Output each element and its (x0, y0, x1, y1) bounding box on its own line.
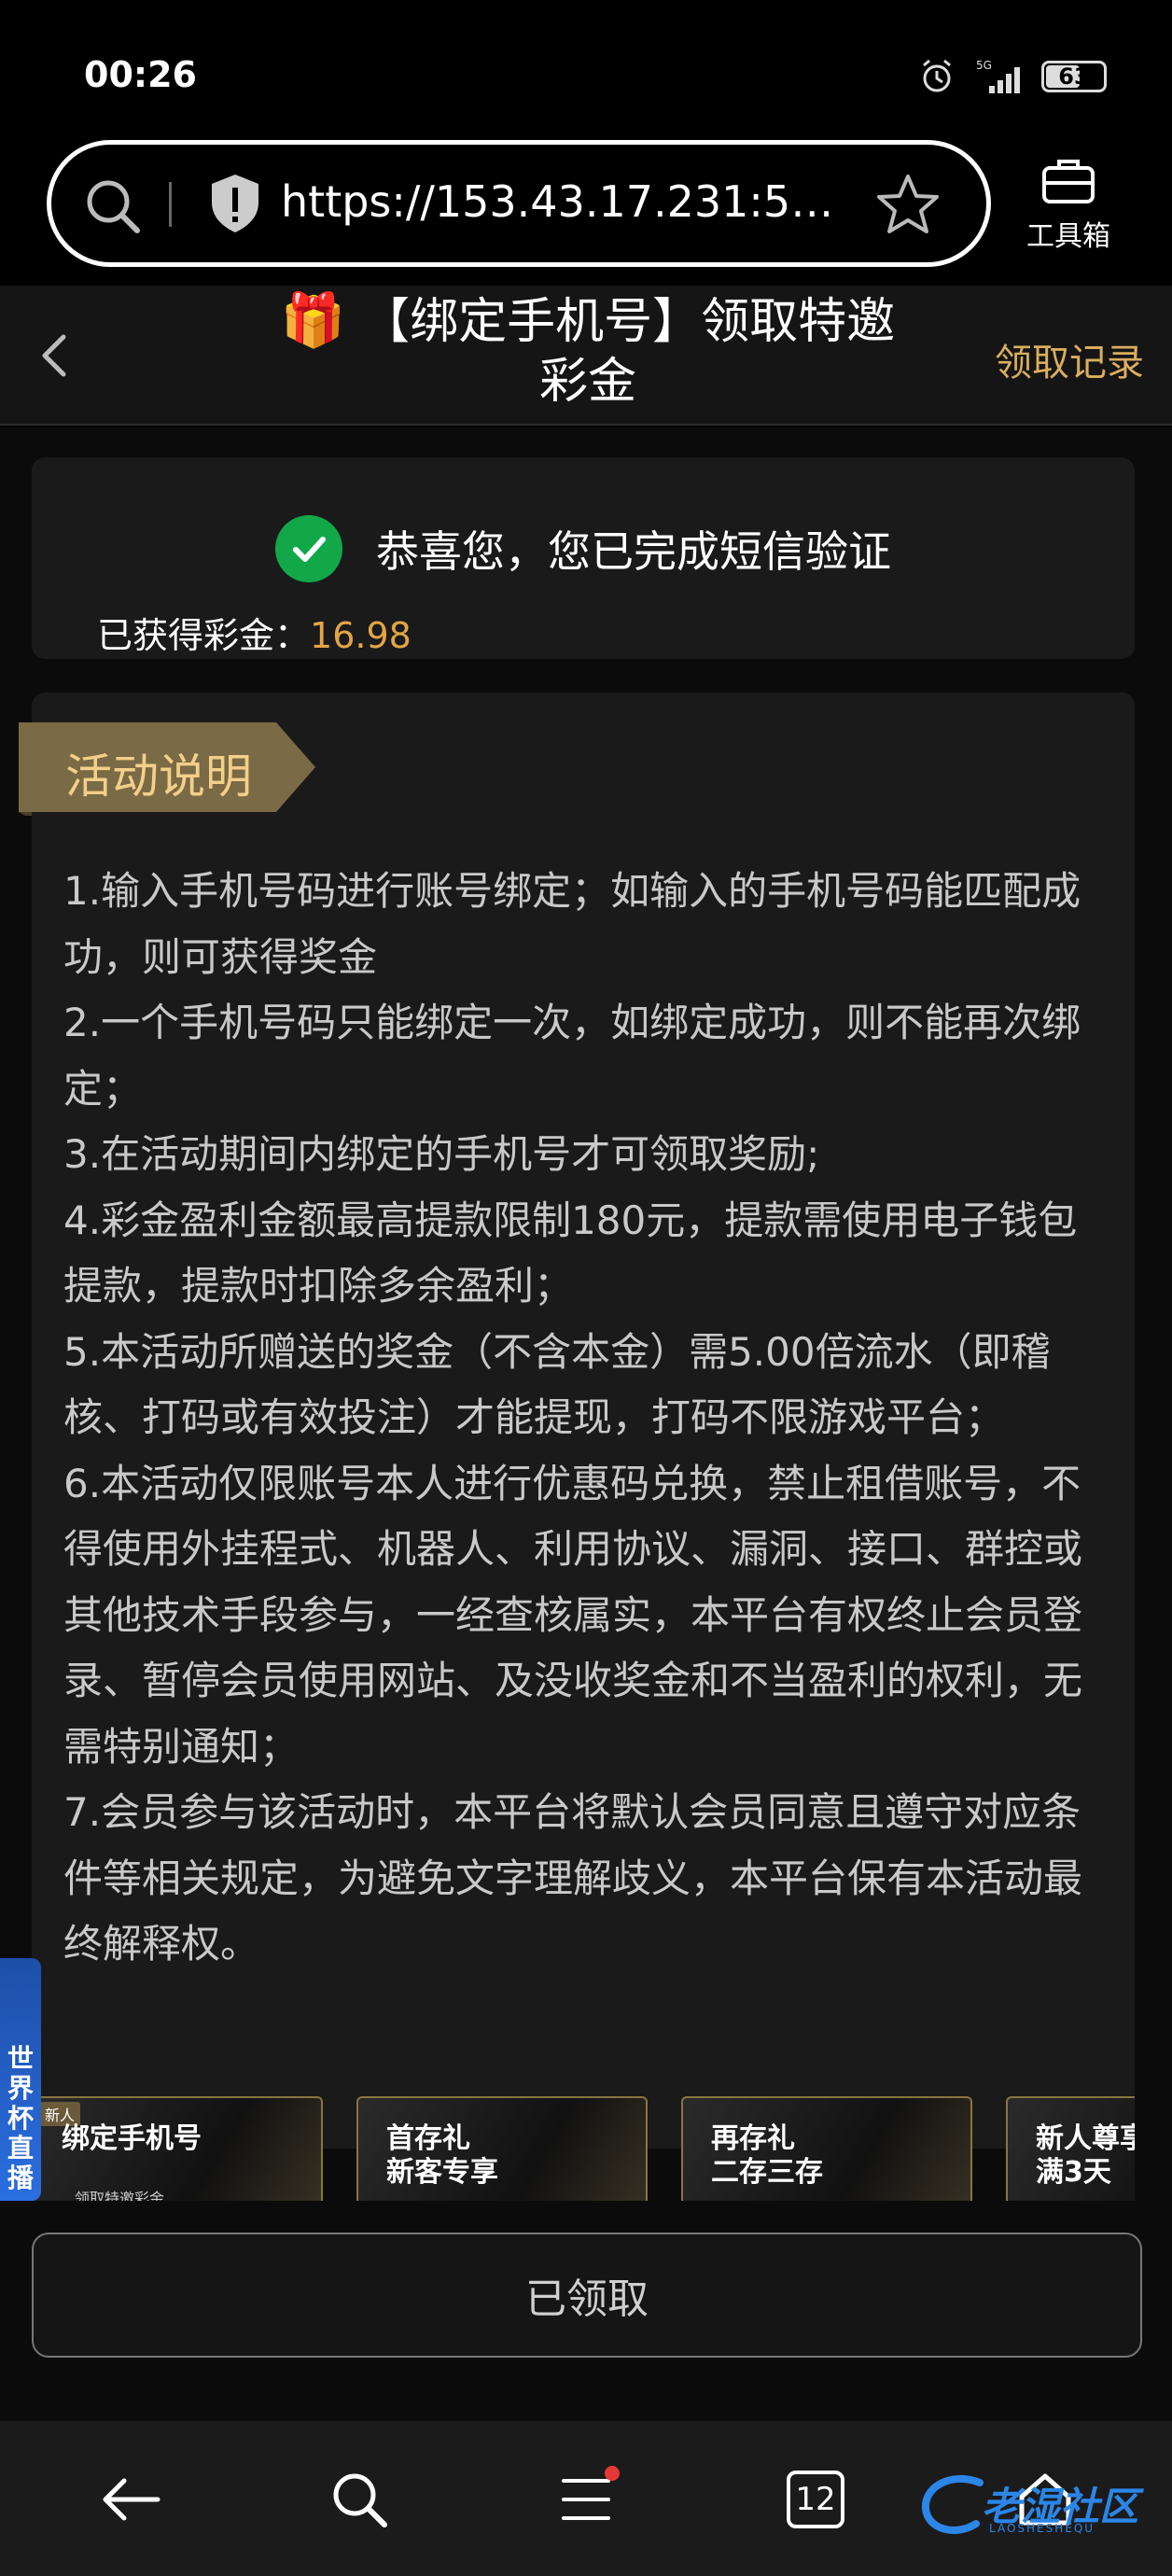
tab-count: 12 (787, 2471, 844, 2528)
star-icon[interactable] (876, 173, 940, 236)
network-label: 5G (976, 59, 992, 72)
gift-icon: 🎁 (280, 290, 346, 351)
description-tag-text: 活动说明 (65, 749, 252, 804)
promo-subtitle: 领取特邀彩金 (75, 2190, 165, 2201)
promo-title: 新人尊享 满3天 (1036, 2122, 1135, 2189)
url-divider (169, 182, 172, 227)
promo-title: 再存礼 二存三存 (711, 2122, 823, 2189)
nav-menu-button[interactable] (551, 2462, 625, 2537)
bonus-label: 已获得彩金： (97, 615, 311, 656)
search-icon (87, 180, 140, 233)
nav-tabs-button[interactable]: 12 (778, 2462, 853, 2537)
world-cup-live-label: 世界杯直播 (7, 2043, 34, 2193)
alarm-icon (923, 59, 951, 92)
toolbox-label: 工具箱 (1026, 220, 1110, 253)
page-title-line2: 彩金 (538, 354, 636, 410)
notification-dot (605, 2466, 620, 2481)
description-item: 3.在活动期间内绑定的手机号才可领取奖励; (63, 1131, 820, 1177)
description-item: 5.本活动所赠送的奖金（不含本金）需5.00倍流水（即稽核、打码或有效投注）才能… (63, 1328, 1051, 1441)
toolbox-icon (1042, 160, 1095, 203)
description-item: 6.本活动仅限账号本人进行优惠码兑换，禁止租借账号，不得使用外挂程式、机器人、利… (63, 1460, 1083, 1770)
battery-icon: 63 (1041, 61, 1107, 92)
description-item: 7.会员参与该活动时，本平台将默认会员同意且遵守对应条件等相关规定，为避免文字理… (63, 1789, 1083, 1967)
page-header: 🎁 【绑定手机号】领取特邀 彩金 领取记录 (0, 286, 1172, 426)
search-icon (333, 2473, 387, 2527)
description-item: 4.彩金盈利金额最高提款限制180元，提款需使用电子钱包提款，提款时扣除多余盈利… (63, 1197, 1078, 1309)
promo-banner[interactable]: 首存礼 新客专享 (356, 2096, 648, 2201)
description-tag: 活动说明 (19, 722, 317, 819)
back-icon (103, 2478, 160, 2521)
claimed-button[interactable]: 已领取 (32, 2233, 1142, 2358)
nav-search-button[interactable] (322, 2462, 397, 2537)
address-bar[interactable]: https://153.43.17.231:501... (47, 140, 991, 267)
menu-icon (562, 2479, 610, 2520)
signal-icon: 5G (976, 59, 1020, 93)
success-card: 恭喜您，您已完成短信验证 已获得彩金：16.98 (32, 457, 1135, 659)
check-icon (275, 515, 342, 582)
watermark-logo: 老湿社区 LAOSHESHEQU (914, 2468, 1157, 2542)
status-bar: 00:26 5G 63 (0, 0, 1172, 140)
toolbox-button[interactable]: 工具箱 (1017, 157, 1120, 254)
description-card: 活动说明 1.输入手机号码进行账号绑定；如输入的手机号码能匹配成功，则可获得奖金… (19, 693, 1135, 2149)
main-content: 恭喜您，您已完成短信验证 已获得彩金：16.98 活动说明 1.输入手机号码进行… (0, 427, 1172, 2201)
description-text: 1.输入手机号码进行账号绑定；如输入的手机号码能匹配成功，则可获得奖金 2.一个手… (63, 859, 1109, 1978)
browser-bottom-nav: 12 老湿社区 LAOSHESHEQU (0, 2421, 1172, 2576)
shield-icon[interactable] (208, 173, 262, 234)
success-message: 恭喜您，您已完成短信验证 (376, 526, 891, 577)
promo-title: 绑定手机号 (62, 2122, 202, 2155)
promo-title: 首存礼 新客专享 (386, 2122, 498, 2189)
promo-strip[interactable]: 新人绑定手机号领取特邀彩金首存礼 新客专享再存礼 二存三存新人尊享 满3天 (32, 2096, 1135, 2201)
nav-back-button[interactable] (93, 2462, 168, 2537)
back-arrow-icon[interactable] (28, 328, 84, 384)
bonus-value: 16.98 (310, 615, 412, 656)
page-title: 🎁 【绑定手机号】领取特邀 彩金 (243, 291, 933, 412)
battery-level: 63 (1058, 63, 1090, 90)
bonus-row: 已获得彩金：16.98 (97, 607, 412, 658)
description-item: 2.一个手机号码只能绑定一次，如绑定成功，则不能再次绑定； (63, 1000, 1081, 1112)
promo-banner[interactable]: 新人尊享 满3天 (1006, 2096, 1135, 2201)
promo-banner[interactable]: 再存礼 二存三存 (681, 2096, 972, 2201)
status-time: 00:26 (84, 54, 197, 95)
url-text[interactable]: https://153.43.17.231:501... (281, 176, 859, 227)
watermark-subtext: LAOSHESHEQU (989, 2522, 1095, 2535)
claim-records-link[interactable]: 领取记录 (995, 332, 1144, 386)
description-item: 1.输入手机号码进行账号绑定；如输入的手机号码能匹配成功，则可获得奖金 (63, 868, 1081, 980)
world-cup-live-float[interactable]: 世界杯直播 (0, 1958, 41, 2201)
claim-area: 已领取 (0, 2201, 1172, 2421)
page-title-line1: 【绑定手机号】领取特邀 (361, 294, 896, 350)
promo-banner[interactable]: 新人 绑定手机号 领取特邀彩金 (32, 2096, 323, 2201)
success-row: 恭喜您，您已完成短信验证 (32, 515, 1135, 582)
dragon-icon (921, 2475, 984, 2534)
status-icons: 5G 63 (918, 58, 1107, 95)
